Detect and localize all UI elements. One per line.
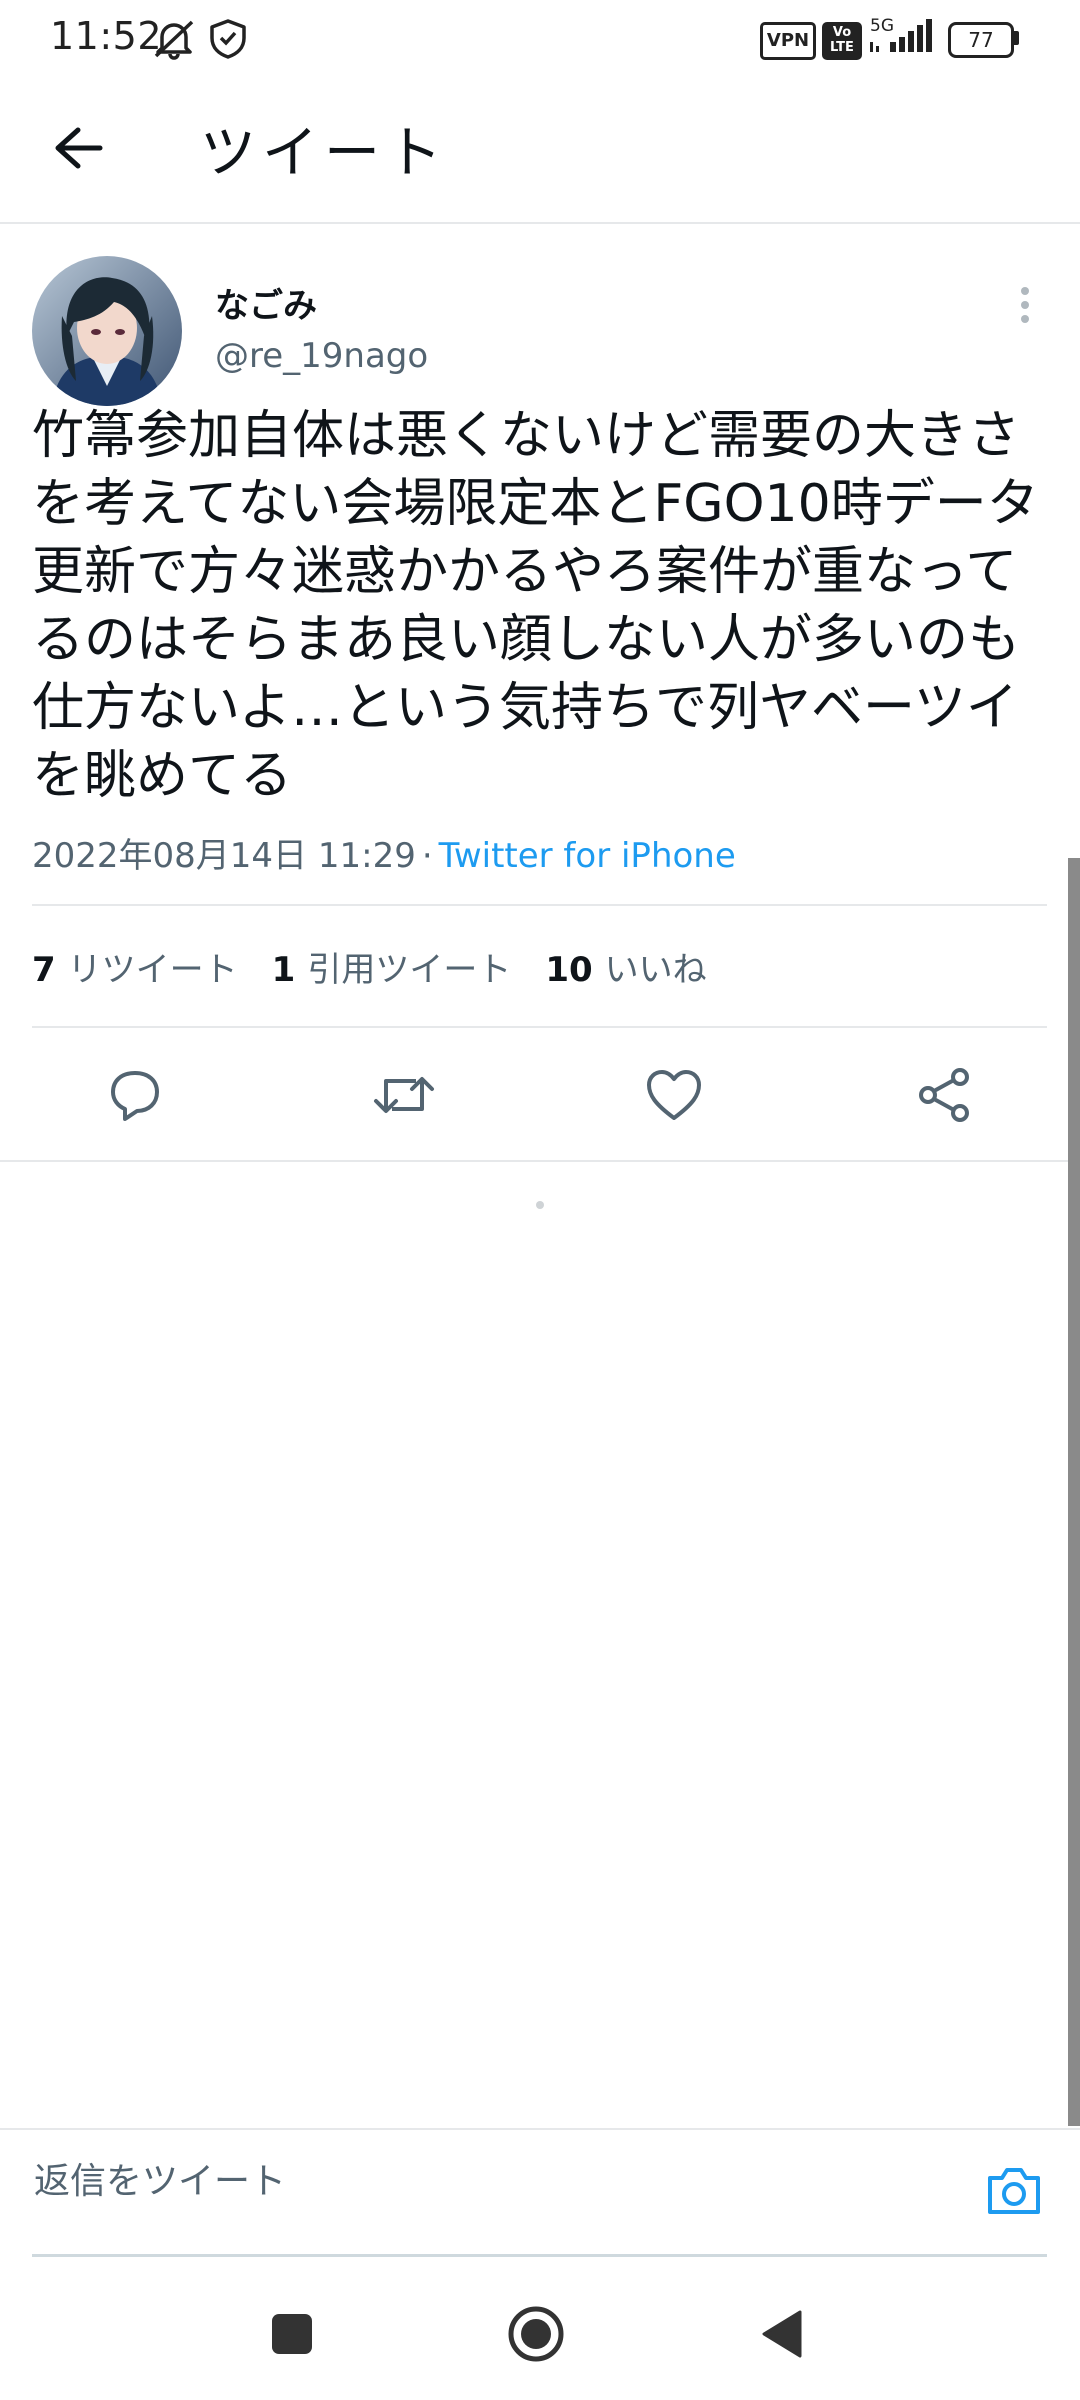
- loading-indicator: [536, 1201, 544, 1209]
- back-button[interactable]: [40, 110, 116, 186]
- reply-input-underline: [32, 2254, 1047, 2257]
- home-button[interactable]: [496, 2294, 576, 2374]
- arrow-left-icon: [55, 127, 103, 169]
- recent-apps-icon: [272, 2314, 312, 2354]
- top-app-bar: ツイート: [0, 78, 1080, 224]
- vpn-badge: VPN: [760, 22, 816, 60]
- back-triangle-icon: [762, 2310, 802, 2358]
- shield-check-icon: [208, 18, 248, 64]
- recent-apps-button[interactable]: [252, 2294, 332, 2374]
- like-button[interactable]: [634, 1060, 714, 1130]
- volte-badge: Vo LTE: [822, 22, 862, 60]
- tweet-stats: 7 リツイート 1 引用ツイート 10 いいね: [32, 942, 707, 991]
- retweets-label: リツイート: [67, 950, 238, 990]
- system-back-button[interactable]: [742, 2294, 822, 2374]
- camera-icon: [988, 2168, 1040, 2214]
- likes-stat[interactable]: 10 いいね: [545, 942, 706, 991]
- mute-vibrate-icon: [150, 18, 198, 64]
- tweet-actions: [0, 1040, 1080, 1150]
- battery-indicator: 77: [948, 22, 1014, 58]
- likes-count: 10: [545, 950, 593, 990]
- share-icon: [919, 1068, 969, 1122]
- volte-badge-label: Vo LTE: [830, 25, 854, 55]
- share-button[interactable]: [905, 1060, 985, 1130]
- retweet-button[interactable]: [364, 1060, 444, 1130]
- status-time: 11:52: [50, 14, 163, 58]
- quotes-count: 1: [271, 950, 296, 990]
- battery-tip: [1014, 31, 1019, 45]
- reply-icon: [111, 1071, 159, 1121]
- more-vertical-icon: [1021, 287, 1029, 323]
- more-options-button[interactable]: [1000, 270, 1050, 340]
- home-icon: [508, 2306, 564, 2362]
- tweet-source-link[interactable]: Twitter for iPhone: [439, 836, 736, 876]
- reply-button[interactable]: [95, 1060, 175, 1130]
- tweet-metadata: 2022年08月14日 11:29 · Twitter for iPhone: [32, 828, 736, 877]
- divider: [0, 1160, 1080, 1162]
- status-bar: 11:52 VPN Vo LTE 5G 77: [0, 0, 1080, 78]
- avatar[interactable]: [32, 256, 182, 406]
- scrollbar[interactable]: [1068, 858, 1080, 2126]
- like-icon: [647, 1070, 701, 1120]
- camera-button[interactable]: [978, 2158, 1050, 2224]
- divider: [32, 904, 1047, 906]
- page-title: ツイート: [200, 121, 448, 186]
- retweets-stat[interactable]: 7 リツイート: [32, 942, 238, 991]
- quotes-label: 引用ツイート: [307, 950, 512, 990]
- tweet-text: 竹箒参加自体は悪くないけど需要の大きさを考えてない会場限定本とFGO10時データ…: [32, 406, 1039, 806]
- tweet-timestamp[interactable]: 2022年08月14日 11:29: [32, 836, 416, 876]
- reply-input[interactable]: [32, 2160, 936, 2203]
- quotes-stat[interactable]: 1 引用ツイート: [272, 942, 512, 991]
- divider: [32, 1026, 1047, 1028]
- meta-separator: ·: [421, 836, 433, 876]
- avatar-image: [32, 256, 182, 406]
- retweet-icon: [374, 1077, 434, 1113]
- reply-composer: [0, 2128, 1080, 2257]
- likes-label: いいね: [604, 950, 707, 990]
- system-nav-bar: [0, 2270, 1080, 2390]
- retweets-count: 7: [32, 950, 56, 990]
- display-name[interactable]: なごみ: [215, 278, 317, 327]
- user-handle[interactable]: @re_19nago: [215, 336, 428, 376]
